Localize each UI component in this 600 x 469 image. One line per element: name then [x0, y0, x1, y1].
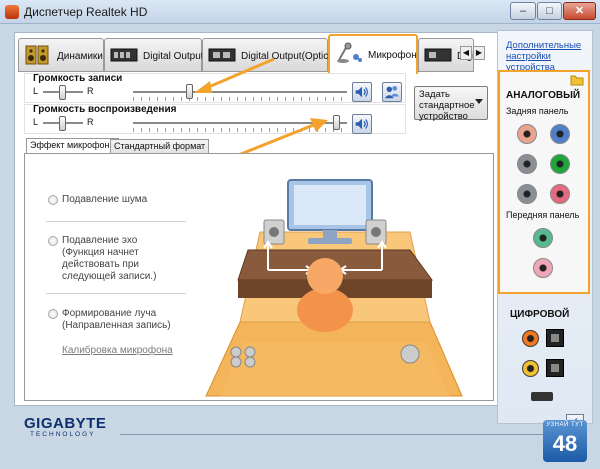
jack-back-red[interactable]	[550, 184, 570, 204]
playback-volume-slider[interactable]	[333, 115, 341, 130]
optical-port-icon-2[interactable]	[546, 359, 564, 377]
site-watermark-badge: УЗНАЙ ТУТ 48	[543, 420, 587, 462]
set-default-device-label: Задать стандартное устройство	[419, 89, 475, 122]
tab-digital-output[interactable]: Digital Output	[104, 38, 204, 72]
record-mute-button[interactable]	[352, 82, 372, 102]
dropdown-arrow-icon	[475, 99, 483, 104]
tab-scroll-right[interactable]: ▶	[473, 46, 485, 60]
echo-cancellation-radio[interactable]	[48, 236, 58, 246]
tab-speakers[interactable]: Динамики	[18, 38, 104, 72]
record-users-button[interactable]	[382, 82, 402, 102]
optical-port-icon[interactable]	[546, 329, 564, 347]
microphone-icon	[337, 42, 362, 63]
advanced-settings-link[interactable]: Дополнительные настройки устройства	[506, 40, 591, 73]
title-bar: Диспетчер Realtek HD – □ ✕	[0, 0, 600, 24]
close-button[interactable]: ✕	[563, 2, 596, 20]
window-title: Диспетчер Realtek HD	[24, 5, 148, 19]
record-balance-slider[interactable]	[59, 85, 66, 100]
tab-label: Микрофон	[368, 50, 417, 61]
subtab-mic-effect[interactable]: Эффект микрофона	[26, 138, 119, 154]
digital-output-icon	[424, 48, 452, 62]
digital-title: ЦИФРОВОЙ	[510, 309, 570, 320]
option-divider	[46, 293, 186, 294]
playback-volume-title: Громкость воспроизведения	[33, 104, 177, 115]
tab-scroll-left[interactable]: ◀	[460, 46, 472, 60]
balance-left-label: L	[33, 86, 39, 96]
tab-microphone[interactable]: Микрофон	[328, 34, 418, 74]
maximize-button[interactable]: □	[537, 2, 562, 20]
jack-back-gray-2[interactable]	[517, 184, 537, 204]
room-illustration	[205, 179, 463, 397]
beam-forming-radio[interactable]	[48, 309, 58, 319]
digital-output-icon	[110, 48, 138, 62]
playback-balance-slider[interactable]	[59, 116, 66, 131]
jack-back-pink[interactable]	[517, 124, 537, 144]
echo-cancellation-label: Подавление эхо (Функция начнет действова…	[62, 235, 157, 282]
jack-back-gray[interactable]	[517, 154, 537, 174]
jack-back-blue[interactable]	[550, 124, 570, 144]
bottom-right-mic-icon	[400, 344, 420, 364]
annotation-arrow-record	[194, 57, 275, 93]
noise-suppression-label: Подавление шума	[62, 194, 148, 205]
digital-coaxial-icon[interactable]	[522, 330, 539, 347]
record-volume-title: Громкость записи	[33, 73, 123, 84]
jack-back-green[interactable]	[550, 154, 570, 174]
set-default-device-button[interactable]: Задать стандартное устройство	[414, 86, 488, 122]
badge-number: 48	[552, 431, 578, 456]
playback-volume-row: Громкость воспроизведения L R	[24, 104, 406, 134]
subtab-standard-format[interactable]: Стандартный формат	[110, 139, 210, 154]
badge-caption: УЗНАЙ ТУТ	[546, 422, 584, 428]
record-volume-ticks	[133, 97, 347, 101]
mic-calibration-link[interactable]: Калибровка микрофона	[62, 345, 173, 356]
folder-icon[interactable]	[570, 74, 584, 86]
balance-left-label: L	[33, 117, 39, 127]
speaker-volume-icon	[355, 118, 368, 130]
jack-front-green[interactable]	[533, 228, 553, 248]
tab-label: Динамики	[57, 51, 103, 62]
realtek-app-icon	[5, 5, 19, 19]
gigabyte-logo-sub: TECHNOLOGY	[30, 431, 96, 438]
noise-suppression-radio[interactable]	[48, 195, 58, 205]
users-icon	[384, 86, 400, 99]
footer-divider	[120, 434, 560, 435]
analog-panel: АНАЛОГОВЫЙ Задняя панель Передняя панель	[498, 70, 590, 294]
back-panel-label: Задняя панель	[506, 106, 569, 116]
option-divider	[46, 221, 186, 222]
front-panel-label: Передняя панель	[506, 210, 580, 220]
gigabyte-logo: GIGABYTE	[24, 415, 107, 432]
jack-front-pink[interactable]	[533, 258, 553, 278]
analog-title: АНАЛОГОВЫЙ	[506, 90, 581, 101]
speaker-volume-icon	[355, 86, 368, 98]
beam-forming-label: Формирование луча (Направленная запись)	[62, 308, 171, 331]
balance-right-label: R	[87, 117, 94, 127]
digital-coaxial-yellow-icon[interactable]	[522, 360, 539, 377]
minimize-button[interactable]: –	[510, 2, 536, 20]
hdmi-port-icon[interactable]	[531, 392, 553, 401]
speaker-icon	[25, 45, 49, 65]
balance-right-label: R	[87, 86, 94, 96]
playback-mute-button[interactable]	[352, 114, 372, 134]
